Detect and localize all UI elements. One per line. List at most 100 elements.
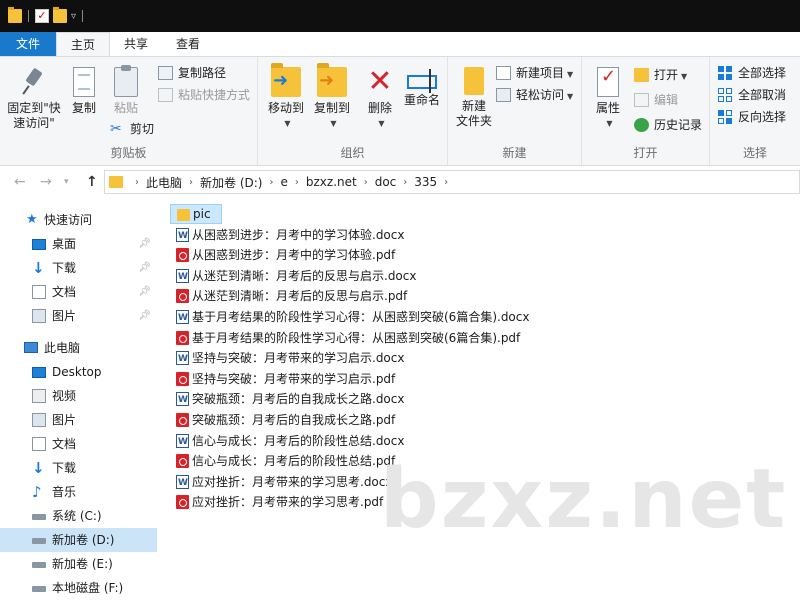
chevron-right-icon[interactable]: ›: [185, 177, 197, 188]
nav-pc-drive-f[interactable]: 本地磁盘 (F:): [0, 576, 157, 600]
group-label-new: 新建: [502, 146, 527, 160]
paste-button[interactable]: 粘贴: [106, 63, 146, 116]
nav-quick-downloads[interactable]: ↓ 下载 📌︎: [0, 256, 157, 280]
nav-pc-documents[interactable]: 文档: [0, 432, 157, 456]
nav-item-label: 文档: [52, 437, 77, 451]
chevron-right-icon[interactable]: ›: [291, 177, 303, 188]
file-item[interactable]: 基于月考结果的阶段性学习心得：从困惑到突破(6篇合集).docx: [170, 307, 529, 328]
nav-pc-drive-e[interactable]: 新加卷 (E:): [0, 552, 157, 576]
breadcrumb-e[interactable]: e: [277, 175, 290, 189]
file-name: 信心与成长：月考后的阶段性总结.docx: [192, 433, 405, 448]
easy-access-button[interactable]: 轻松访问 ▼: [496, 85, 573, 105]
file-item[interactable]: 从困惑到进步：月考中的学习体验.pdf: [170, 245, 395, 265]
group-select: 全部选择 全部取消 反向选择 选择: [710, 57, 800, 165]
group-organize: 移动到 ▼ 复制到 ▼ ✕ 删除 ▼ 重命名 组织: [258, 57, 448, 165]
chevron-right-icon[interactable]: ›: [360, 177, 372, 188]
chevron-right-icon[interactable]: ›: [131, 177, 143, 188]
nav-pc-drive-d[interactable]: 新加卷 (D:): [0, 528, 157, 552]
pin-quick-access-label: 固定到"快 速访问": [7, 101, 61, 130]
file-item[interactable]: 信心与成长：月考后的阶段性总结.pdf: [170, 451, 395, 471]
group-clipboard: 固定到"快 速访问" 复制 粘贴 复制路径 粘贴快捷方式 ✂ 剪切 剪贴板: [0, 57, 258, 165]
new-folder-quick-icon[interactable]: [53, 7, 67, 23]
nav-pc-pictures[interactable]: 图片: [0, 408, 157, 432]
chevron-right-icon[interactable]: ›: [265, 177, 277, 188]
chevron-right-icon[interactable]: ›: [399, 177, 411, 188]
file-name: pic: [193, 207, 211, 221]
tab-share[interactable]: 共享: [110, 32, 162, 56]
file-item[interactable]: 突破瓶颈：月考后的自我成长之路.pdf: [170, 410, 395, 430]
file-item[interactable]: 从迷茫到清晰：月考后的反思与启示.pdf: [170, 286, 407, 306]
nav-quick-desktop[interactable]: 桌面 📌︎: [0, 232, 157, 256]
move-to-button[interactable]: 移动到 ▼: [264, 63, 308, 131]
invert-selection-button[interactable]: 反向选择: [718, 107, 786, 127]
nav-this-pc[interactable]: 此电脑: [0, 336, 157, 360]
word-file-icon: [176, 473, 189, 493]
nav-quick-access[interactable]: ★ 快速访问: [0, 208, 157, 232]
cut-button[interactable]: ✂ 剪切: [110, 119, 154, 139]
file-item[interactable]: 应对挫折：月考带来的学习思考.docx: [170, 472, 392, 493]
paste-icon: [114, 65, 138, 97]
paste-shortcut-button[interactable]: 粘贴快捷方式: [158, 85, 250, 105]
up-arrow-icon[interactable]: ↑: [86, 174, 98, 190]
rename-button[interactable]: 重命名: [400, 63, 444, 108]
breadcrumb-doc[interactable]: doc: [372, 175, 400, 189]
address-bar[interactable]: › 此电脑 › 新加卷 (D:) › e › bzxz.net › doc › …: [104, 170, 800, 194]
file-item[interactable]: 坚持与突破：月考带来的学习启示.docx: [170, 348, 404, 369]
chevron-right-icon[interactable]: ›: [440, 177, 452, 188]
breadcrumb-this-pc[interactable]: 此电脑: [143, 174, 185, 191]
properties-button[interactable]: 属性 ▼: [588, 63, 628, 131]
file-item[interactable]: 突破瓶颈：月考后的自我成长之路.docx: [170, 389, 405, 410]
file-item[interactable]: 基于月考结果的阶段性学习心得：从困惑到突破(6篇合集).pdf: [170, 328, 520, 348]
nav-quick-pictures[interactable]: 图片 📌︎: [0, 304, 157, 328]
nav-pc-drive-c[interactable]: 系统 (C:): [0, 504, 157, 528]
group-label-organize: 组织: [340, 146, 365, 160]
recent-locations-chevron-icon[interactable]: ▾: [64, 177, 69, 187]
forward-arrow-icon[interactable]: →: [40, 174, 52, 190]
back-arrow-icon[interactable]: ←: [14, 174, 26, 190]
file-item[interactable]: 从迷茫到清晰：月考后的反思与启示.docx: [170, 266, 416, 287]
nav-quick-documents[interactable]: 文档 📌︎: [0, 280, 157, 304]
pin-quick-access-button[interactable]: 固定到"快 速访问": [4, 63, 64, 131]
tab-file[interactable]: 文件: [0, 32, 57, 56]
open-button[interactable]: 打开 ▼: [634, 65, 687, 85]
tab-view[interactable]: 查看: [162, 32, 214, 56]
properties-label: 属性: [595, 101, 620, 115]
nav-pc-downloads[interactable]: ↓ 下载: [0, 456, 157, 480]
file-item[interactable]: 坚持与突破：月考带来的学习启示.pdf: [170, 369, 395, 389]
word-file-icon: [176, 390, 189, 410]
breadcrumb-335[interactable]: 335: [411, 175, 440, 189]
file-item[interactable]: 信心与成长：月考后的阶段性总结.docx: [170, 431, 405, 452]
customize-quick-access-icon[interactable]: ▿: [71, 11, 76, 22]
word-file-icon: [176, 432, 189, 452]
file-name: 突破瓶颈：月考后的自我成长之路.docx: [192, 392, 405, 407]
nav-pc-music[interactable]: ♪ 音乐: [0, 480, 157, 504]
music-note-icon: ♪: [32, 483, 42, 501]
properties-icon: [597, 67, 619, 97]
chevron-down-icon: ▼: [378, 119, 385, 128]
nav-pc-videos[interactable]: 视频: [0, 384, 157, 408]
select-none-button[interactable]: 全部取消: [718, 85, 786, 105]
file-item[interactable]: 从困惑到进步：月考中的学习体验.docx: [170, 225, 404, 246]
breadcrumb-drive-d[interactable]: 新加卷 (D:): [197, 174, 265, 191]
breadcrumb-bzxz[interactable]: bzxz.net: [303, 175, 360, 189]
copy-label: 复制: [71, 101, 96, 115]
copy-path-button[interactable]: 复制路径: [158, 63, 226, 83]
chevron-down-icon: ▼: [606, 119, 613, 128]
delete-button[interactable]: ✕ 删除 ▼: [360, 63, 400, 131]
history-button[interactable]: 历史记录: [634, 115, 702, 135]
title-bar: ✓ ▿: [0, 0, 800, 32]
nav-item-label: Desktop: [52, 365, 102, 379]
edit-button[interactable]: 编辑: [634, 90, 678, 110]
copy-button[interactable]: 复制: [64, 63, 104, 116]
new-folder-button[interactable]: 新建 文件夹: [452, 63, 496, 129]
file-item[interactable]: 应对挫折：月考带来的学习思考.pdf: [170, 492, 383, 512]
folder-item[interactable]: pic: [170, 204, 222, 224]
delete-label: 删除: [367, 101, 392, 115]
cut-label: 剪切: [130, 122, 155, 136]
select-all-button[interactable]: 全部选择: [718, 63, 786, 83]
properties-quick-icon[interactable]: ✓: [35, 9, 49, 23]
new-item-button[interactable]: 新建项目 ▼: [496, 63, 573, 83]
copy-to-button[interactable]: 复制到 ▼: [310, 63, 354, 131]
nav-pc-desktop[interactable]: Desktop: [0, 360, 157, 384]
tab-home[interactable]: 主页: [56, 32, 111, 56]
